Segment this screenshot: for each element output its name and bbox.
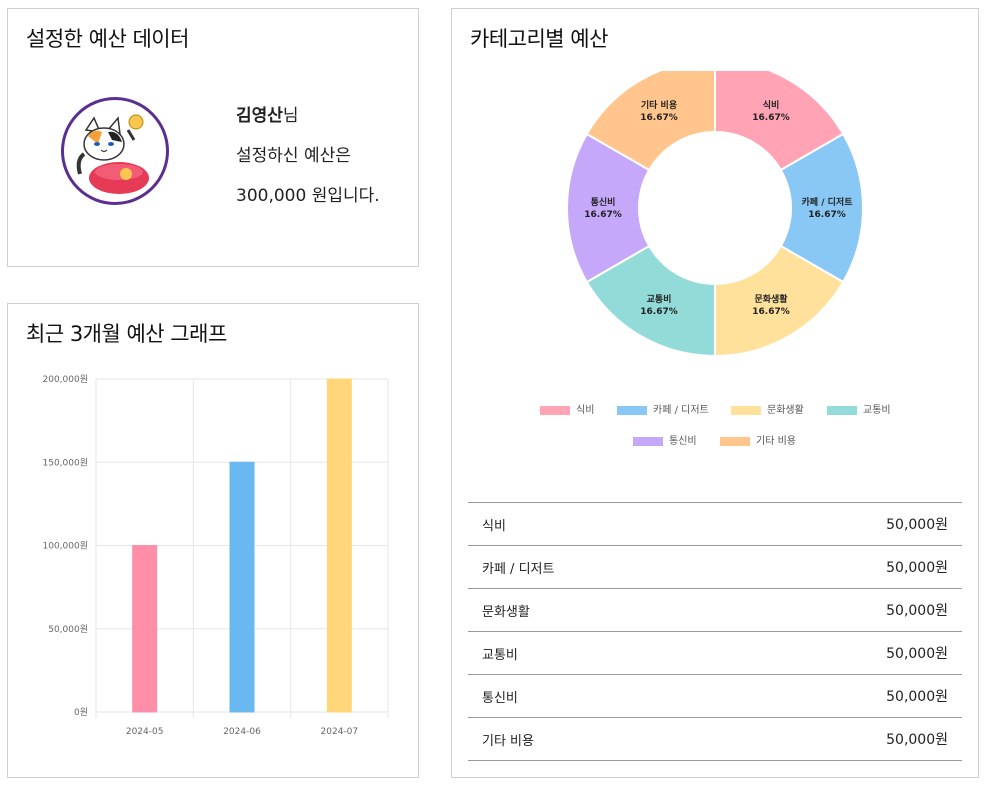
budget-card: 설정한 예산 데이터 김영산님 설정하신 예산은 300,000 원입니다.: [7, 8, 419, 267]
slice-label: 통신비: [591, 196, 616, 208]
slice-label: 카페 / 디저트: [802, 196, 854, 208]
category-amount: 50,000원: [728, 502, 962, 546]
legend-label: 식비: [576, 405, 595, 416]
honorific: 님: [282, 106, 299, 126]
bar-2024-06: [229, 461, 255, 713]
table-row: 통신비 50,000원: [468, 674, 962, 718]
x-tick-label: 2024-06: [223, 727, 261, 737]
y-tick-label: 0원: [74, 707, 88, 718]
budget-user-line: 김영산님: [236, 101, 299, 126]
legend-label: 문화생활: [767, 405, 804, 416]
slice-percent: 16.67%: [808, 210, 846, 220]
legend-item[interactable]: 식비: [540, 401, 594, 416]
legend-item[interactable]: 카페 / 디저트: [617, 401, 709, 416]
user-name: 김영산: [236, 106, 283, 126]
category-table: 식비 50,000원 카페 / 디저트 50,000원 문화생활 50,000원 교통비 50…: [468, 502, 962, 761]
table-row: 식비 50,000원: [468, 502, 962, 546]
table-row: 문화생활 50,000원: [468, 588, 962, 632]
legend-label: 기타 비용: [756, 436, 796, 447]
category-name: 식비: [468, 502, 729, 546]
table-row: 기타 비용 50,000원: [468, 717, 962, 761]
slice-percent: 16.67%: [752, 307, 790, 317]
legend-label: 카페 / 디저트: [653, 405, 709, 416]
legend-swatch: [827, 405, 857, 415]
legend-swatch: [633, 436, 663, 446]
category-name: 문화생활: [468, 588, 729, 632]
slice-label: 식비: [763, 99, 780, 111]
legend-label: 교통비: [863, 405, 891, 416]
y-tick-label: 100,000원: [43, 541, 89, 552]
legend-item[interactable]: 통신비: [633, 432, 697, 447]
category-name: 통신비: [468, 674, 729, 718]
slice-percent: 16.67%: [752, 113, 790, 123]
x-tick-label: 2024-05: [126, 727, 164, 737]
category-amount: 50,000원: [728, 717, 962, 761]
legend-item[interactable]: 교통비: [827, 401, 891, 416]
category-name: 카페 / 디저트: [468, 545, 729, 589]
table-row: 카페 / 디저트 50,000원: [468, 545, 962, 589]
slice-label: 교통비: [647, 293, 672, 305]
y-tick-label: 150,000원: [43, 457, 89, 468]
slice-percent: 16.67%: [584, 210, 622, 220]
lucky-cat-icon: [76, 114, 149, 194]
donut-legend: 식비 카페 / 디저트 문화생활 교통비통신비 기타 비용: [452, 397, 978, 447]
legend-label: 통신비: [669, 436, 697, 447]
category-card-title: 카테고리별 예산: [470, 27, 608, 51]
category-amount: 50,000원: [728, 631, 962, 675]
slice-label: 기타 비용: [641, 99, 677, 111]
legend-swatch: [540, 405, 570, 415]
legend-item[interactable]: 기타 비용: [720, 432, 796, 447]
legend-swatch: [720, 436, 750, 446]
slice-label: 문화생활: [754, 293, 788, 305]
legend-swatch: [617, 405, 647, 415]
y-tick-label: 50,000원: [48, 624, 88, 635]
budget-amount-suffix: 원입니다.: [306, 186, 380, 206]
bar-2024-05: [132, 545, 158, 713]
budget-card-title: 설정한 예산 데이터: [26, 27, 189, 51]
legend-swatch: [731, 405, 761, 415]
bar-chart: 0원 50,000원 100,000원 150,000원 200,000원 2024-05…: [43, 374, 389, 737]
bar-2024-07: [326, 378, 352, 713]
category-amount: 50,000원: [728, 545, 962, 589]
budget-intro-line: 설정하신 예산은: [236, 146, 351, 166]
category-name: 기타 비용: [468, 717, 729, 761]
category-amount: 50,000원: [728, 588, 962, 632]
graph-card: 최근 3개월 예산 그래프 0원 50,000원 100,000원 150,000원 2…: [7, 303, 419, 778]
budget-amount-line: 300,000 원입니다.: [236, 181, 380, 206]
category-amount: 50,000원: [728, 674, 962, 718]
y-tick-label: 200,000원: [43, 374, 89, 385]
table-row: 교통비 50,000원: [468, 631, 962, 675]
legend-item[interactable]: 문화생활: [731, 401, 804, 416]
x-tick-label: 2024-07: [321, 727, 359, 737]
category-name: 교통비: [468, 631, 729, 675]
category-card: 카테고리별 예산 식비 16.67% 카페 / 디저트 16.67% 문화생활 16.67…: [451, 8, 979, 778]
slice-percent: 16.67%: [640, 307, 678, 317]
slice-percent: 16.67%: [640, 113, 678, 123]
cat-avatar: [61, 97, 169, 205]
budget-amount: 300,000: [236, 186, 307, 206]
